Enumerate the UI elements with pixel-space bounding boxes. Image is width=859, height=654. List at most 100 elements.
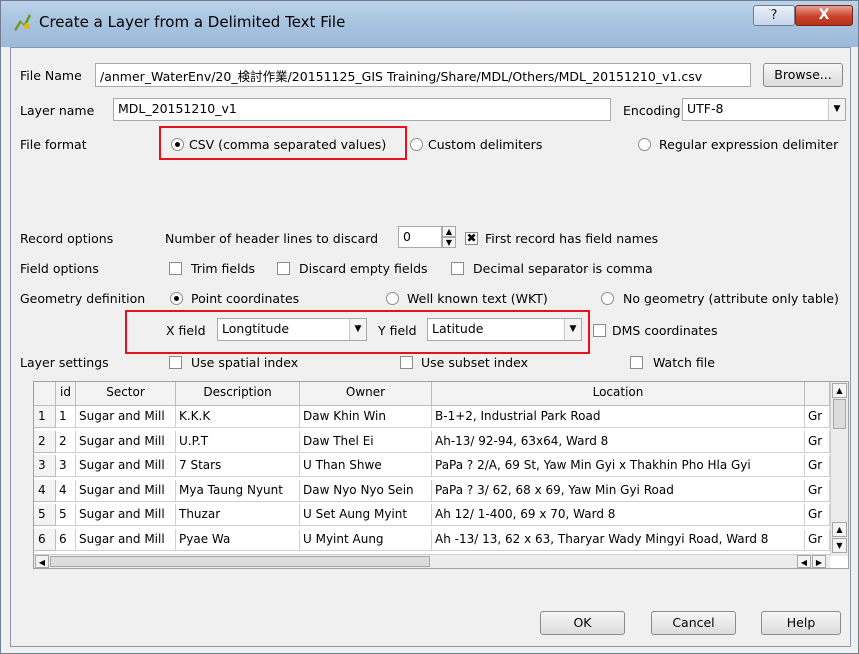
table-cell-desc[interactable]: K.K.K (176, 406, 300, 428)
help-button[interactable]: Help (761, 611, 841, 635)
scroll-down-icon[interactable]: ▼ (832, 538, 847, 553)
spin-up-icon[interactable]: ▲ (442, 226, 456, 237)
dms-checkbox[interactable] (593, 324, 606, 337)
browse-button[interactable]: Browse... (763, 63, 843, 87)
layer-name-label: Layer name (20, 103, 95, 118)
subset-index-label: Use subset index (421, 355, 528, 370)
column-header-sector[interactable]: Sector (76, 382, 176, 406)
column-header-description[interactable]: Description (176, 382, 300, 406)
row-header[interactable]: 3 (34, 455, 56, 477)
discard-empty-checkbox[interactable] (277, 262, 290, 275)
x-field-select[interactable]: Longtitude ▼ (217, 318, 367, 341)
table-cell-desc[interactable]: Pyae Wa (176, 528, 300, 551)
column-header-location[interactable]: Location (432, 382, 805, 406)
table-cell-owner[interactable]: Daw Nyo Nyo Sein (300, 479, 432, 502)
point-coordinates-radio[interactable] (170, 292, 183, 305)
table-cell-loc[interactable]: Ah 12/ 1-400, 69 x 70, Ward 8 (432, 504, 805, 526)
scroll-right-icon[interactable]: ▶ (812, 555, 826, 568)
watch-file-checkbox[interactable] (630, 356, 643, 369)
custom-delimiters-radio[interactable] (410, 138, 423, 151)
column-header-extra[interactable] (805, 382, 830, 406)
scroll-up-small-icon[interactable]: ▲ (832, 522, 847, 537)
table-cell-loc[interactable]: B-1+2, Industrial Park Road (432, 406, 805, 428)
table-cell-sector[interactable]: Sugar and Mill (76, 504, 176, 526)
layer-name-input[interactable]: MDL_20151210_v1 (113, 98, 611, 121)
table-cell-id[interactable]: 3 (56, 455, 76, 477)
title-bar[interactable]: Create a Layer from a Delimited Text Fil… (1, 1, 858, 47)
scroll-up-icon[interactable]: ▲ (832, 383, 847, 398)
row-header[interactable]: 5 (34, 504, 56, 526)
scroll-left-icon[interactable]: ◀ (35, 555, 49, 568)
table-cell-sector[interactable]: Sugar and Mill (76, 406, 176, 428)
header-lines-spinbox[interactable]: 0 (398, 226, 442, 248)
row-header[interactable]: 1 (34, 406, 56, 428)
column-header-id[interactable]: id (56, 382, 76, 406)
corner-header (34, 382, 56, 406)
trim-fields-checkbox[interactable] (169, 262, 182, 275)
table-cell-owner[interactable]: Daw Thel Ei (300, 430, 432, 453)
table-cell-extra[interactable]: Gr (805, 528, 830, 551)
wkt-radio[interactable] (386, 292, 399, 305)
table-cell-sector[interactable]: Sugar and Mill (76, 479, 176, 502)
record-options-label: Record options (20, 231, 114, 246)
spin-down-icon[interactable]: ▼ (442, 237, 456, 248)
table-cell-loc[interactable]: Ah -13/ 13, 62 x 63, Tharyar Wady Mingyi… (432, 528, 805, 551)
encoding-select[interactable]: UTF-8 ▼ (682, 98, 846, 121)
table-cell-loc[interactable]: PaPa ? 2/A, 69 St, Yaw Min Gyi x Thakhin… (432, 455, 805, 477)
header-lines-label: Number of header lines to discard (165, 231, 379, 246)
dialog-body: File Name /anmer_WaterEnv/20_検討作業/201511… (10, 47, 851, 647)
csv-radio[interactable] (171, 138, 184, 151)
file-name-input[interactable]: /anmer_WaterEnv/20_検討作業/20151125_GIS Tra… (95, 63, 751, 87)
row-header[interactable]: 2 (34, 430, 56, 453)
table-cell-extra[interactable]: Gr (805, 504, 830, 526)
ok-button[interactable]: OK (540, 611, 625, 635)
table-cell-owner[interactable]: Daw Khin Win (300, 406, 432, 428)
table-cell-sector[interactable]: Sugar and Mill (76, 430, 176, 453)
table-cell-id[interactable]: 1 (56, 406, 76, 428)
no-geometry-radio[interactable] (601, 292, 614, 305)
chevron-down-icon: ▼ (564, 319, 581, 340)
table-cell-extra[interactable]: Gr (805, 455, 830, 477)
table-cell-id[interactable]: 2 (56, 430, 76, 453)
table-cell-desc[interactable]: Thuzar (176, 504, 300, 526)
table-cell-id[interactable]: 4 (56, 479, 76, 502)
table-cell-owner[interactable]: U Set Aung Myint (300, 504, 432, 526)
horizontal-thumb[interactable] (50, 556, 430, 567)
column-header-owner[interactable]: Owner (300, 382, 432, 406)
table-cell-owner[interactable]: U Than Shwe (300, 455, 432, 477)
y-field-select[interactable]: Latitude ▼ (427, 318, 582, 341)
cancel-button[interactable]: Cancel (651, 611, 736, 635)
first-record-checkbox[interactable]: ✖ (465, 232, 478, 245)
table-cell-desc[interactable]: U.P.T (176, 430, 300, 453)
sample-data-table[interactable]: id Sector Description Owner Location 11S… (33, 381, 849, 569)
scrollbar-thumb[interactable] (833, 399, 846, 429)
row-header[interactable]: 6 (34, 528, 56, 551)
title-help-button[interactable]: ? (753, 5, 795, 26)
table-cell-id[interactable]: 6 (56, 528, 76, 551)
subset-index-checkbox[interactable] (400, 356, 413, 369)
table-cell-id[interactable]: 5 (56, 504, 76, 526)
spatial-index-checkbox[interactable] (169, 356, 182, 369)
table-cell-extra[interactable]: Gr (805, 479, 830, 502)
vertical-scrollbar[interactable]: ▲ ▲ ▼ (830, 382, 848, 556)
layer-settings-label: Layer settings (20, 355, 109, 370)
decimal-comma-label: Decimal separator is comma (473, 261, 653, 276)
chevron-down-icon: ▼ (349, 319, 366, 340)
table-cell-extra[interactable]: Gr (805, 430, 830, 453)
decimal-comma-checkbox[interactable] (451, 262, 464, 275)
table-cell-owner[interactable]: U Myint Aung (300, 528, 432, 551)
regex-delimiter-radio[interactable] (638, 138, 651, 151)
close-button[interactable]: X (795, 5, 853, 26)
row-header[interactable]: 4 (34, 479, 56, 502)
scroll-left-icon[interactable]: ◀ (797, 555, 811, 568)
table-cell-desc[interactable]: 7 Stars (176, 455, 300, 477)
table-cell-loc[interactable]: Ah-13/ 92-94, 63x64, Ward 8 (432, 430, 805, 453)
horizontal-scrollbar[interactable]: ◀ ◀ ▶ (34, 554, 830, 568)
table-cell-sector[interactable]: Sugar and Mill (76, 455, 176, 477)
table-cell-extra[interactable]: Gr (805, 406, 830, 428)
spatial-index-label: Use spatial index (191, 355, 299, 370)
table-cell-desc[interactable]: Mya Taung Nyunt (176, 479, 300, 502)
table-cell-loc[interactable]: PaPa ? 3/ 62, 68 x 69, Yaw Min Gyi Road (432, 479, 805, 502)
table-cell-sector[interactable]: Sugar and Mill (76, 528, 176, 551)
wkt-label: Well known text (WKT) (407, 291, 548, 306)
